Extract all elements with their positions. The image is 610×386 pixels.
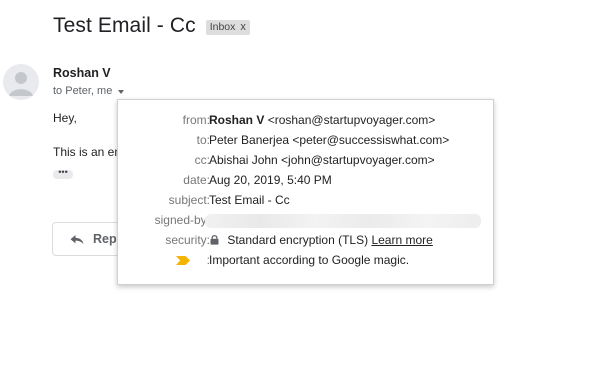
recipients-summary: to Peter, me: [53, 85, 113, 97]
to-label: to:: [196, 133, 210, 147]
subject-label: subject:: [168, 193, 210, 207]
subject-row: Test Email - Cc Inbox x: [53, 14, 250, 38]
importance-row: : Important according to Google magic.: [118, 250, 493, 270]
inbox-label-chip[interactable]: Inbox x: [205, 19, 250, 35]
person-icon: [9, 72, 33, 96]
security-label: security:: [165, 233, 210, 247]
date-value: Aug 20, 2019, 5:40 PM: [209, 173, 332, 187]
signed-by-row: signed-by:: [118, 210, 493, 230]
cc-row: cc: Abishai John <john@startupvoyager.co…: [118, 150, 493, 170]
lock-icon: [210, 235, 219, 245]
remove-label-button[interactable]: x: [240, 20, 246, 35]
subject-detail-row: subject: Test Email - Cc: [118, 190, 493, 210]
from-value: Roshan V <roshan@startupvoyager.com>: [209, 110, 435, 130]
reply-label: Rep: [93, 232, 117, 246]
important-marker-icon: [176, 256, 190, 265]
to-row: to: Peter Banerjea <peter@successiswhat.…: [118, 130, 493, 150]
to-value: Peter Banerjea <peter@successiswhat.com>: [209, 133, 450, 147]
security-value-wrap: Standard encryption (TLS) Learn more: [209, 230, 433, 250]
date-row: date: Aug 20, 2019, 5:40 PM: [118, 170, 493, 190]
body-greeting: Hey,: [53, 111, 77, 125]
signed-by-label: signed-by:: [154, 213, 210, 227]
email-subject: Test Email - Cc: [53, 14, 196, 37]
from-label: from:: [182, 113, 210, 127]
from-name: Roshan V: [209, 113, 265, 127]
security-value: Standard encryption (TLS): [227, 233, 369, 247]
signed-by-redacted: [205, 214, 481, 228]
cc-label: cc:: [194, 153, 210, 167]
learn-more-link[interactable]: Learn more: [371, 233, 432, 247]
reply-icon: [70, 235, 84, 245]
date-label: date:: [183, 173, 210, 187]
inbox-label-text: Inbox: [209, 20, 236, 33]
importance-value: Important according to Google magic.: [209, 253, 410, 267]
from-row: from: Roshan V <roshan@startupvoyager.co…: [118, 110, 493, 130]
show-trimmed-content-button[interactable]: •••: [53, 168, 73, 179]
body-text: This is an em: [53, 145, 125, 159]
subject-value: Test Email - Cc: [209, 193, 290, 207]
cc-value: Abishai John <john@startupvoyager.com>: [209, 153, 435, 167]
recipients-toggle[interactable]: to Peter, me: [53, 85, 125, 97]
security-row: security: Standard encryption (TLS) Lear…: [118, 230, 493, 250]
chevron-down-icon[interactable]: [118, 90, 125, 94]
avatar[interactable]: [3, 64, 39, 100]
from-email: <roshan@startupvoyager.com>: [267, 113, 436, 127]
message-details-popup: from: Roshan V <roshan@startupvoyager.co…: [117, 99, 494, 285]
sender-name[interactable]: Roshan V: [53, 66, 111, 80]
